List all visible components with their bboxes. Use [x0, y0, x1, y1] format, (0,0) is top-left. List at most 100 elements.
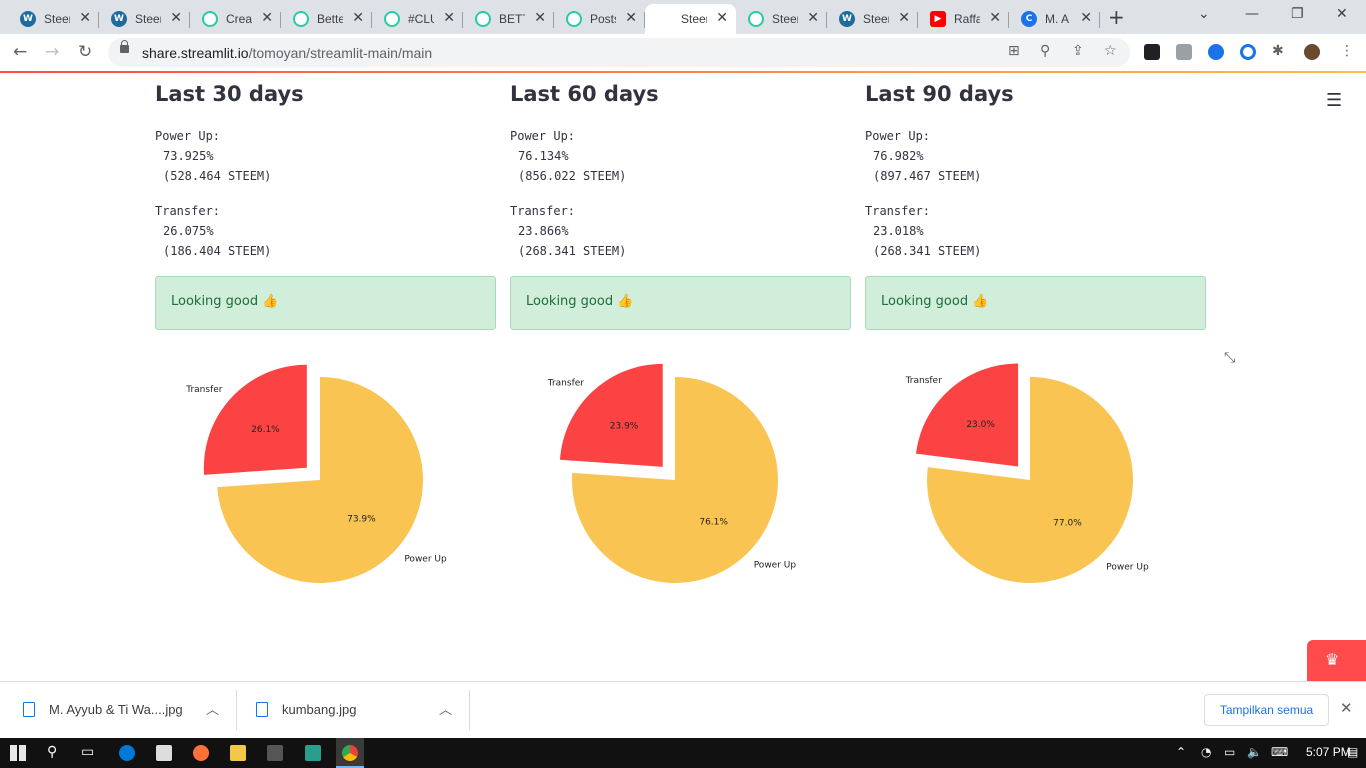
download-item[interactable]: M. Ayyub & Ti Wa....jpg ︿ [0, 682, 236, 738]
tab-close-icon[interactable]: ✕ [898, 10, 910, 26]
column-title: Last 60 days [510, 82, 659, 106]
download-item[interactable]: kumbang.jpg ︿ [237, 682, 469, 738]
translate-icon[interactable]: ⊞ [1008, 43, 1020, 59]
tab-label: BETTER [499, 12, 525, 26]
lock-icon[interactable] [120, 40, 129, 53]
edge-icon[interactable] [119, 745, 135, 761]
power-up-label: Power Up: [865, 129, 931, 143]
address-bar[interactable]: share.streamlit.io/tomoyan/streamlit-mai… [108, 38, 1130, 67]
success-message: Looking good 👍 [171, 294, 279, 309]
restore-button[interactable]: ❐ [1291, 6, 1304, 22]
tab-label: Steem [681, 12, 707, 26]
transfer-label: Transfer: [510, 204, 576, 218]
pie-percent-label: 23.0% [966, 420, 995, 430]
app-icon[interactable] [305, 745, 321, 761]
url-text[interactable]: share.streamlit.io/tomoyan/streamlit-mai… [142, 45, 432, 61]
chevron-up-icon[interactable]: ⌃ [1176, 745, 1186, 759]
tab-close-icon[interactable]: ✕ [261, 10, 273, 26]
column-title: Last 30 days [155, 82, 304, 106]
reload-button[interactable]: ↻ [78, 42, 92, 62]
pie-category-label: Transfer [185, 385, 222, 395]
extension-icon[interactable] [1176, 44, 1192, 60]
browser-menu-icon[interactable]: ⋮ [1340, 43, 1354, 59]
downloads-bar: M. Ayyub & Ti Wa....jpg ︿ kumbang.jpg ︿ … [0, 681, 1366, 738]
firefox-icon[interactable] [193, 745, 209, 761]
tab-close-icon[interactable]: ✕ [534, 10, 546, 26]
tab-close-icon[interactable]: ✕ [352, 10, 364, 26]
pie-category-label: Power Up [1106, 563, 1149, 573]
power-up-amount: (856.022 STEEM) [518, 169, 627, 183]
tab-close-icon[interactable]: ✕ [807, 10, 819, 26]
tab-close-icon[interactable]: ✕ [989, 10, 1001, 26]
tab-close-icon[interactable]: ✕ [170, 10, 182, 26]
close-window-button[interactable]: ✕ [1336, 6, 1348, 22]
bookmark-star-icon[interactable]: ☆ [1104, 43, 1117, 59]
extension-icon[interactable] [1208, 44, 1224, 60]
taskbar-clock[interactable]: 5:07 PM [1306, 745, 1351, 759]
file-explorer-icon[interactable] [230, 745, 246, 761]
tab-search-chevron-icon[interactable]: ⌄ [1198, 6, 1210, 22]
show-all-downloads-button[interactable]: Tampilkan semua [1204, 694, 1329, 726]
tab-close-icon[interactable]: ✕ [443, 10, 455, 26]
minimize-button[interactable]: — [1245, 6, 1259, 22]
close-downloads-bar-icon[interactable]: ✕ [1340, 699, 1353, 717]
back-button[interactable]: ← [13, 42, 27, 62]
share-icon[interactable]: ⇪ [1072, 43, 1084, 59]
fullscreen-expand-icon[interactable]: ⤡ [1224, 350, 1235, 366]
steemit-icon [566, 11, 582, 27]
tab-close-icon[interactable]: ✕ [1080, 10, 1092, 26]
browser-tab[interactable]: Create ✕ [190, 4, 281, 34]
hamburger-menu-icon[interactable]: ☰ [1326, 90, 1342, 111]
power-up-label: Power Up: [155, 129, 221, 143]
search-icon[interactable]: ⚲ [47, 744, 57, 760]
browser-tab[interactable]: #CLUB ✕ [372, 4, 463, 34]
browser-tab[interactable]: ▶ Raffa ✕ [918, 4, 1009, 34]
browser-tab[interactable]: Posts ✕ [554, 4, 645, 34]
extension-icon[interactable] [1240, 44, 1256, 60]
battery-icon[interactable]: ▭ [1224, 745, 1235, 759]
media-app-icon[interactable] [267, 745, 283, 761]
browser-tab[interactable]: BETTER ✕ [463, 4, 554, 34]
pie-percent-label: 23.9% [610, 421, 639, 431]
wordpress-icon: W [111, 11, 127, 27]
power-up-label: Power Up: [510, 129, 576, 143]
store-icon[interactable] [156, 745, 172, 761]
pie-chart: 23.0% Transfer 77.0% Power Up [905, 363, 1149, 583]
extensions-puzzle-icon[interactable]: ✱ [1272, 43, 1284, 59]
divider [469, 690, 470, 730]
c-icon: C [1021, 11, 1037, 27]
volume-icon[interactable]: 🔈 [1247, 745, 1262, 759]
browser-tab[interactable]: ◆ Steem ✕ [645, 4, 736, 34]
browser-tab[interactable]: W Steem ✕ [8, 4, 99, 34]
browser-tab[interactable]: W Steem ✕ [99, 4, 190, 34]
task-view-icon[interactable]: ▭ [81, 744, 94, 760]
transfer-label: Transfer: [155, 204, 221, 218]
windows-start-icon[interactable] [10, 745, 26, 761]
streamlit-main: ☰ Last 30 days Power Up: 73.925% (528.46… [0, 73, 1366, 681]
transfer-amount: (268.341 STEEM) [873, 244, 982, 258]
language-icon[interactable]: ⌨ [1271, 745, 1288, 759]
browser-tab[interactable]: W Steem ✕ [827, 4, 918, 34]
wifi-icon[interactable]: ◔ [1201, 745, 1211, 759]
chevron-up-icon[interactable]: ︿ [206, 699, 219, 718]
chrome-icon[interactable] [342, 745, 358, 761]
browser-tab[interactable]: C M. A ✕ [1009, 4, 1100, 34]
streamlit-badge-button[interactable]: ♛ [1307, 640, 1366, 681]
chevron-up-icon[interactable]: ︿ [439, 699, 452, 718]
power-up-percent: 76.982% [873, 149, 924, 163]
wordpress-icon: W [839, 11, 855, 27]
browser-tab[interactable]: Better ✕ [281, 4, 372, 34]
tab-close-icon[interactable]: ✕ [716, 10, 728, 26]
new-tab-button[interactable]: + [1108, 5, 1125, 29]
zoom-icon[interactable]: ⚲ [1040, 43, 1050, 59]
extension-icon[interactable] [1144, 44, 1160, 60]
image-file-icon [23, 702, 35, 717]
notifications-icon[interactable]: ▤ [1347, 745, 1358, 759]
pie-category-label: Transfer [905, 376, 942, 386]
forward-button[interactable]: → [45, 42, 59, 62]
browser-tab[interactable]: Steem ✕ [736, 4, 827, 34]
wordpress-icon: W [20, 11, 36, 27]
tab-close-icon[interactable]: ✕ [625, 10, 637, 26]
tab-close-icon[interactable]: ✕ [79, 10, 91, 26]
profile-avatar[interactable] [1304, 44, 1320, 60]
